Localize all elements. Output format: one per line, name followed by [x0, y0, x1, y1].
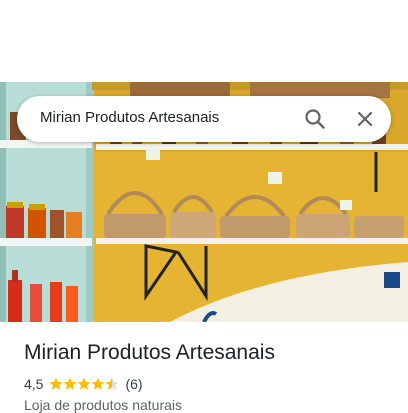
star-icon	[92, 377, 105, 390]
review-count[interactable]: (6)	[125, 376, 142, 392]
rating-value: 4,5	[24, 376, 44, 392]
place-title: Mirian Produtos Artesanais	[24, 341, 275, 364]
star-icon	[78, 377, 91, 390]
star-icon	[106, 377, 119, 390]
star-icon	[64, 377, 77, 390]
rating-row[interactable]: 4,5 (6)	[24, 375, 143, 393]
place-category[interactable]: Loja de produtos naturais	[24, 397, 182, 413]
search-bar[interactable]: Mirian Produtos Artesanais	[17, 96, 391, 142]
search-button[interactable]	[301, 105, 329, 133]
star-rating	[49, 377, 119, 391]
search-input[interactable]: Mirian Produtos Artesanais	[40, 109, 219, 126]
star-icon	[50, 377, 63, 390]
close-icon	[357, 111, 373, 127]
clear-search-button[interactable]	[351, 105, 379, 133]
search-icon	[305, 109, 325, 129]
